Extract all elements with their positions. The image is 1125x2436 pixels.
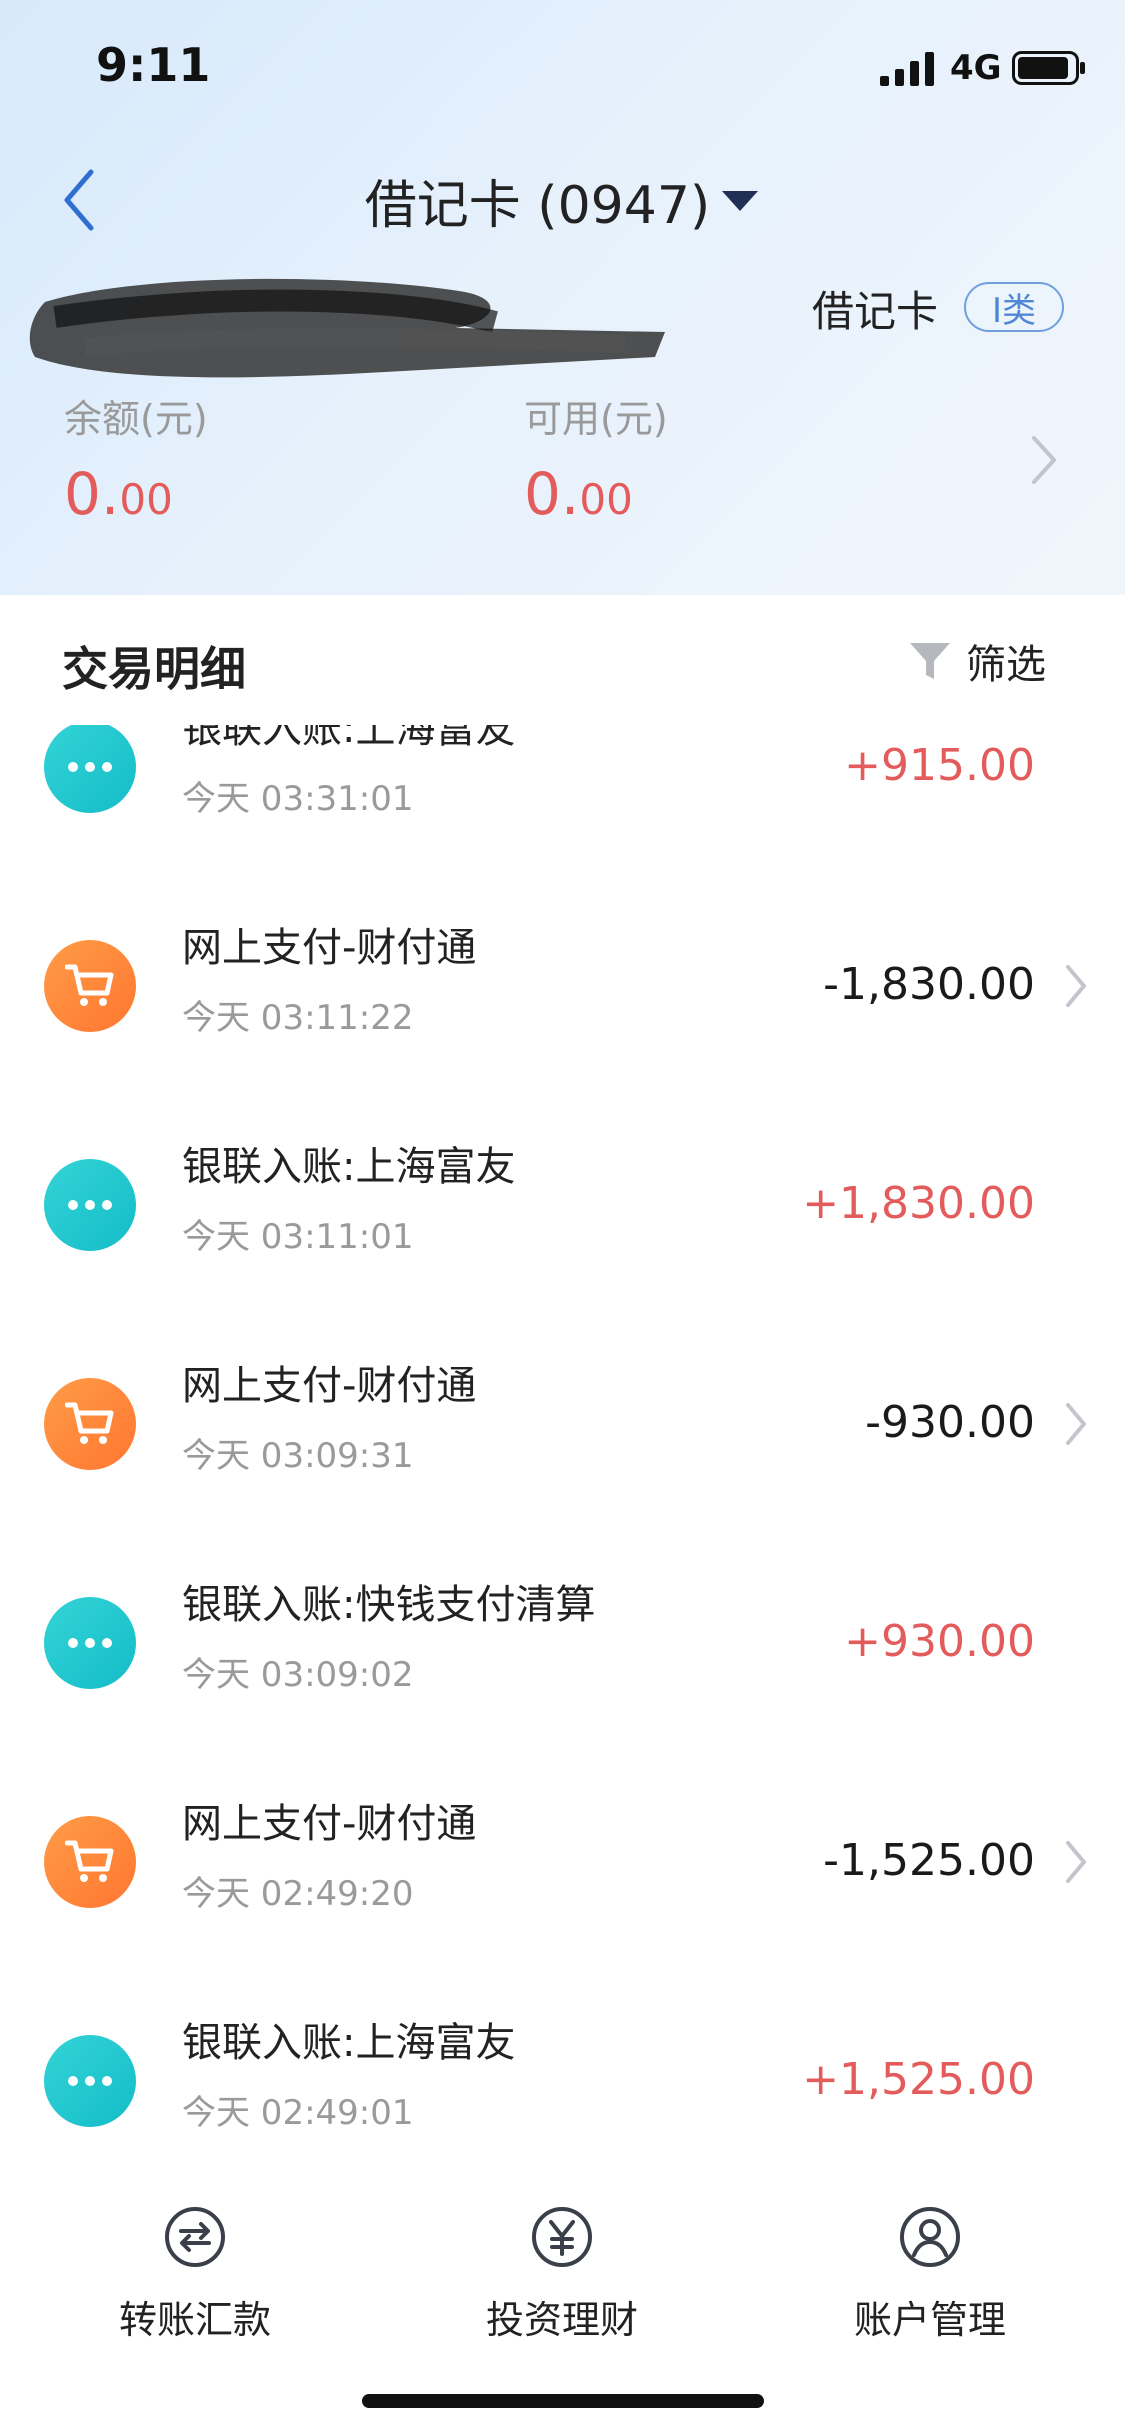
transaction-title: 银联入账:上海富友 — [182, 1144, 516, 1190]
transaction-title: 网上支付-财付通 — [182, 925, 477, 971]
transaction-amount: +1,525.00 — [802, 2054, 1035, 2105]
available-int: 0. — [524, 460, 580, 528]
signal-icon — [880, 52, 934, 86]
yen-icon — [532, 2207, 592, 2267]
filter-label: 筛选 — [966, 642, 1046, 688]
home-indicator[interactable] — [362, 2394, 764, 2408]
more-dots-icon — [44, 725, 136, 813]
transaction-row[interactable]: 银联入账:上海富友 今天 03:31:01 +915.00 — [0, 725, 1125, 857]
status-bar: 9:11 4G — [0, 0, 1125, 140]
chevron-right-icon — [1066, 1841, 1086, 1883]
transaction-time: 今天 03:09:31 — [182, 1436, 414, 1476]
transaction-list[interactable]: 银联入账:上海富友 今天 03:31:01 +915.00 网上支付-财付通 今… — [0, 725, 1125, 2163]
transaction-row[interactable]: 银联入账:上海富友 今天 02:49:01 +1,525.00 — [0, 1952, 1125, 2163]
tab-account[interactable]: 账户管理 — [780, 2205, 1080, 2355]
user-icon — [900, 2207, 960, 2267]
transaction-time: 今天 02:49:20 — [182, 1874, 414, 1914]
available-label: 可用(元) — [524, 397, 668, 441]
available-value: 0.00 — [524, 460, 633, 528]
cart-icon — [44, 940, 136, 1032]
available-dec: 00 — [579, 475, 633, 524]
tab-transfer[interactable]: 转账汇款 — [45, 2205, 345, 2355]
transaction-title: 银联入账:快钱支付清算 — [182, 1582, 596, 1628]
balance-int: 0. — [64, 460, 120, 528]
transaction-row[interactable]: 网上支付-财付通 今天 03:11:22 -1,830.00 — [0, 857, 1125, 1076]
transaction-title: 网上支付-财付通 — [182, 1801, 477, 1847]
transfer-icon — [165, 2207, 225, 2267]
transaction-time: 今天 03:11:01 — [182, 1217, 414, 1257]
card-type: 借记卡 — [812, 287, 939, 336]
account-title: 借记卡 (0947) — [364, 175, 711, 236]
transaction-amount: -1,830.00 — [823, 959, 1035, 1010]
balance-dec: 00 — [119, 475, 173, 524]
transaction-row[interactable]: 网上支付-财付通 今天 02:49:20 -1,525.00 — [0, 1733, 1125, 1952]
transaction-amount: +930.00 — [844, 1616, 1035, 1667]
section-title: 交易明细 — [62, 642, 246, 696]
balance-value: 0.00 — [64, 460, 173, 528]
account-selector[interactable]: 借记卡 (0947) — [0, 160, 1125, 240]
account-header: 9:11 4G 借记卡 (0947) 借记卡 I类 余额(元) 0.00 可用(… — [0, 0, 1125, 595]
transaction-row[interactable]: 银联入账:快钱支付清算 今天 03:09:02 +930.00 — [0, 1514, 1125, 1733]
transaction-title: 银联入账:上海富友 — [182, 725, 516, 752]
more-dots-icon — [44, 1597, 136, 1689]
network-type: 4G — [950, 48, 1002, 88]
status-time: 9:11 — [96, 38, 211, 92]
tab-label: 投资理财 — [485, 2298, 638, 2342]
tab-invest[interactable]: 投资理财 — [412, 2205, 712, 2355]
tab-label: 账户管理 — [853, 2298, 1006, 2342]
transaction-title: 网上支付-财付通 — [182, 1363, 477, 1409]
filter-icon — [910, 643, 950, 679]
cart-icon — [44, 1816, 136, 1908]
filter-button[interactable]: 筛选 — [908, 633, 1046, 689]
more-dots-icon — [44, 1159, 136, 1251]
transaction-section-header: 交易明细 筛选 — [0, 595, 1125, 725]
transaction-row[interactable]: 网上支付-财付通 今天 03:09:31 -930.00 — [0, 1295, 1125, 1514]
chevron-right-icon[interactable] — [1024, 430, 1064, 490]
transaction-time: 今天 03:31:01 — [182, 779, 414, 819]
chevron-right-icon — [1066, 965, 1086, 1007]
transaction-time: 今天 02:49:01 — [182, 2093, 414, 2133]
transaction-amount: +915.00 — [844, 740, 1035, 791]
transaction-amount: -1,525.00 — [823, 1835, 1035, 1886]
tab-label: 转账汇款 — [118, 2298, 271, 2342]
card-class-badge: I类 — [964, 282, 1064, 332]
caret-down-icon — [722, 191, 759, 211]
battery-icon — [1012, 51, 1085, 85]
chevron-right-icon — [1066, 1403, 1086, 1445]
transaction-row[interactable]: 银联入账:上海富友 今天 03:11:01 +1,830.00 — [0, 1076, 1125, 1295]
cart-icon — [44, 1378, 136, 1470]
transaction-time: 今天 03:11:22 — [182, 998, 414, 1038]
more-dots-icon — [44, 2035, 136, 2127]
transaction-title: 银联入账:上海富友 — [182, 2020, 516, 2066]
transaction-amount: -930.00 — [865, 1397, 1035, 1448]
balance-label: 余额(元) — [64, 397, 208, 441]
transaction-amount: +1,830.00 — [802, 1178, 1035, 1229]
redacted-account-name — [29, 278, 665, 378]
transaction-time: 今天 03:09:02 — [182, 1655, 414, 1695]
